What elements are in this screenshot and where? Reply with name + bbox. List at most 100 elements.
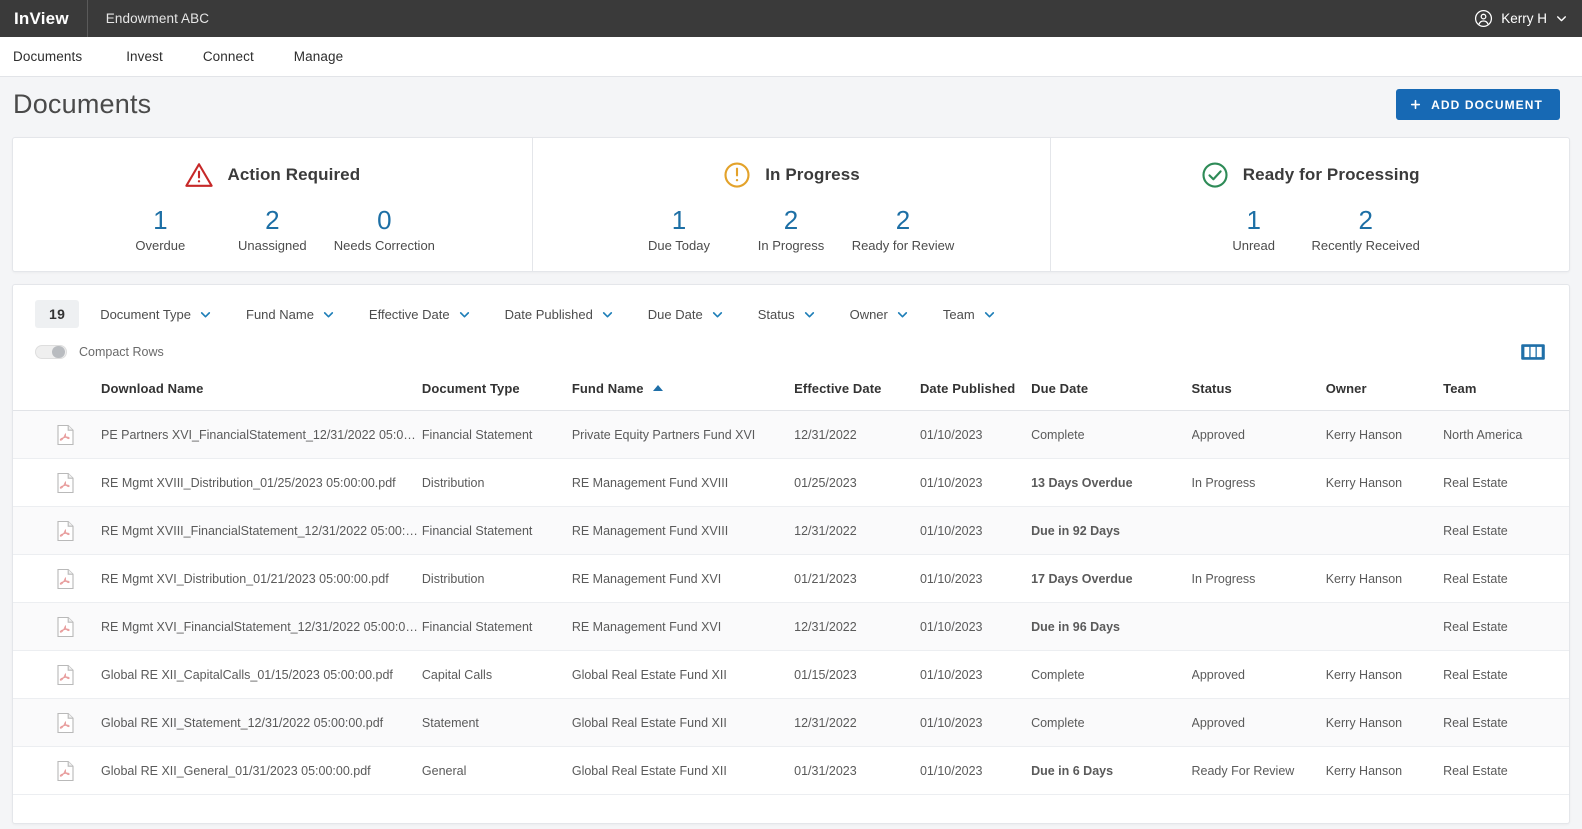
cell-download-name[interactable]: Global RE XII_General_01/31/2023 05:00:0… xyxy=(13,747,422,795)
filter-label: Effective Date xyxy=(369,307,450,322)
chevron-down-icon xyxy=(199,308,212,321)
stat-recently-received[interactable]: 2 Recently Received xyxy=(1310,206,1422,253)
table-row[interactable]: PE Partners XVI_FinancialStatement_12/31… xyxy=(13,411,1569,459)
cell-download-name[interactable]: Global RE XII_Statement_12/31/2022 05:00… xyxy=(13,699,422,747)
stat-label: Needs Correction xyxy=(334,238,435,253)
cell-status: Ready For Review xyxy=(1192,747,1326,795)
column-header-owner[interactable]: Owner xyxy=(1326,374,1443,411)
cell-date-published: 01/10/2023 xyxy=(920,651,1031,699)
add-document-label: ADD DOCUMENT xyxy=(1431,98,1543,112)
check-circle-icon xyxy=(1200,160,1230,190)
cell-download-name[interactable]: RE Mgmt XVIII_Distribution_01/25/2023 05… xyxy=(13,459,422,507)
column-header-document-type[interactable]: Document Type xyxy=(422,374,572,411)
download-name-text: RE Mgmt XVI_FinancialStatement_12/31/202… xyxy=(101,620,422,634)
columns-icon[interactable] xyxy=(1519,341,1547,363)
stat-due-today[interactable]: 1 Due Today xyxy=(623,206,735,253)
filter-owner[interactable]: Owner xyxy=(850,307,909,322)
cell-download-name[interactable]: RE Mgmt XVI_FinancialStatement_12/31/202… xyxy=(13,603,422,651)
summary-card-header: Ready for Processing xyxy=(1200,160,1420,190)
cell-download-name[interactable]: RE Mgmt XVI_Distribution_01/21/2023 05:0… xyxy=(13,555,422,603)
chevron-down-icon xyxy=(322,308,335,321)
filter-date-published[interactable]: Date Published xyxy=(505,307,614,322)
cell-owner: Kerry Hanson xyxy=(1326,699,1443,747)
chevron-down-icon xyxy=(458,308,471,321)
stat-value: 0 xyxy=(377,206,391,235)
stat-label: Overdue xyxy=(135,238,185,253)
download-name-text: RE Mgmt XVI_Distribution_01/21/2023 05:0… xyxy=(101,572,389,586)
cell-status: Approved xyxy=(1192,651,1326,699)
cell-fund-name: RE Management Fund XVIII xyxy=(572,459,794,507)
cell-owner: Kerry Hanson xyxy=(1326,411,1443,459)
filter-label: Team xyxy=(943,307,975,322)
table-header-row: Download Name Document Type Fund Name Ef… xyxy=(13,374,1569,411)
filter-label: Status xyxy=(758,307,795,322)
stat-label: Ready for Review xyxy=(852,238,955,253)
column-header-fund-name[interactable]: Fund Name xyxy=(572,374,794,411)
table-row[interactable]: Global RE XII_General_01/31/2023 05:00:0… xyxy=(13,747,1569,795)
table-row[interactable]: RE Mgmt XVI_FinancialStatement_12/31/202… xyxy=(13,603,1569,651)
cell-owner: Kerry Hanson xyxy=(1326,747,1443,795)
table-row[interactable]: Global RE XII_CapitalCalls_01/15/2023 05… xyxy=(13,651,1569,699)
nav-item-documents[interactable]: Documents xyxy=(13,37,106,77)
stat-value: 2 xyxy=(1358,206,1372,235)
result-count-chip: 19 xyxy=(35,300,79,328)
cell-fund-name: Global Real Estate Fund XII xyxy=(572,651,794,699)
filter-fund-name[interactable]: Fund Name xyxy=(246,307,335,322)
stat-unread[interactable]: 1 Unread xyxy=(1198,206,1310,253)
stat-in-progress[interactable]: 2 In Progress xyxy=(735,206,847,253)
column-header-team[interactable]: Team xyxy=(1443,374,1569,411)
table-header: Download Name Document Type Fund Name Ef… xyxy=(13,374,1569,411)
column-header-status[interactable]: Status xyxy=(1192,374,1326,411)
cell-team: Real Estate xyxy=(1443,747,1569,795)
cell-fund-name: Global Real Estate Fund XII xyxy=(572,747,794,795)
filter-document-type[interactable]: Document Type xyxy=(100,307,212,322)
cell-document-type: Financial Statement xyxy=(422,507,572,555)
summary-card-stats: 1 Unread 2 Recently Received xyxy=(1198,206,1422,253)
filter-team[interactable]: Team xyxy=(943,307,996,322)
toggle-switch[interactable] xyxy=(35,345,67,359)
stat-needs-correction[interactable]: 0 Needs Correction xyxy=(328,206,440,253)
table-row[interactable]: RE Mgmt XVIII_FinancialStatement_12/31/2… xyxy=(13,507,1569,555)
add-document-button[interactable]: ADD DOCUMENT xyxy=(1396,89,1560,120)
column-header-download-name[interactable]: Download Name xyxy=(13,374,422,411)
summary-card-stats: 1 Overdue 2 Unassigned 0 Needs Correctio… xyxy=(104,206,440,253)
chevron-down-icon xyxy=(983,308,996,321)
cell-download-name[interactable]: Global RE XII_CapitalCalls_01/15/2023 05… xyxy=(13,651,422,699)
plus-icon xyxy=(1409,98,1422,111)
filter-status[interactable]: Status xyxy=(758,307,816,322)
cell-due-date: 17 Days Overdue xyxy=(1031,555,1191,603)
cell-fund-name: RE Management Fund XVI xyxy=(572,555,794,603)
nav-item-invest[interactable]: Invest xyxy=(106,37,183,77)
cell-document-type: Capital Calls xyxy=(422,651,572,699)
stat-value: 1 xyxy=(672,206,686,235)
cell-download-name[interactable]: PE Partners XVI_FinancialStatement_12/31… xyxy=(13,411,422,459)
stat-value: 2 xyxy=(265,206,279,235)
filter-due-date[interactable]: Due Date xyxy=(648,307,724,322)
nav-item-connect[interactable]: Connect xyxy=(183,37,274,77)
cell-date-published: 01/10/2023 xyxy=(920,459,1031,507)
filter-effective-date[interactable]: Effective Date xyxy=(369,307,471,322)
user-menu[interactable]: Kerry H xyxy=(1474,9,1568,28)
table-row[interactable]: RE Mgmt XVI_Distribution_01/21/2023 05:0… xyxy=(13,555,1569,603)
stat-unassigned[interactable]: 2 Unassigned xyxy=(216,206,328,253)
cell-download-name[interactable]: RE Mgmt XVIII_FinancialStatement_12/31/2… xyxy=(13,507,422,555)
column-header-date-published[interactable]: Date Published xyxy=(920,374,1031,411)
column-header-effective-date[interactable]: Effective Date xyxy=(794,374,920,411)
nav-item-manage[interactable]: Manage xyxy=(274,37,363,77)
cell-fund-name: RE Management Fund XVIII xyxy=(572,507,794,555)
compact-rows-toggle[interactable]: Compact Rows xyxy=(35,345,164,359)
stat-overdue[interactable]: 1 Overdue xyxy=(104,206,216,253)
stat-ready-for-review[interactable]: 2 Ready for Review xyxy=(847,206,959,253)
table-row[interactable]: Global RE XII_Statement_12/31/2022 05:00… xyxy=(13,699,1569,747)
cell-document-type: Distribution xyxy=(422,555,572,603)
top-bar: InView Endowment ABC Kerry H xyxy=(0,0,1582,37)
user-name: Kerry H xyxy=(1501,11,1547,26)
table-options-bar: Compact Rows xyxy=(13,328,1569,363)
cell-date-published: 01/10/2023 xyxy=(920,747,1031,795)
stat-value: 2 xyxy=(896,206,910,235)
summary-card-header: Action Required xyxy=(184,160,360,190)
cell-due-date: 13 Days Overdue xyxy=(1031,459,1191,507)
summary-card-header: In Progress xyxy=(722,160,860,190)
table-row[interactable]: RE Mgmt XVIII_Distribution_01/25/2023 05… xyxy=(13,459,1569,507)
column-header-due-date[interactable]: Due Date xyxy=(1031,374,1191,411)
